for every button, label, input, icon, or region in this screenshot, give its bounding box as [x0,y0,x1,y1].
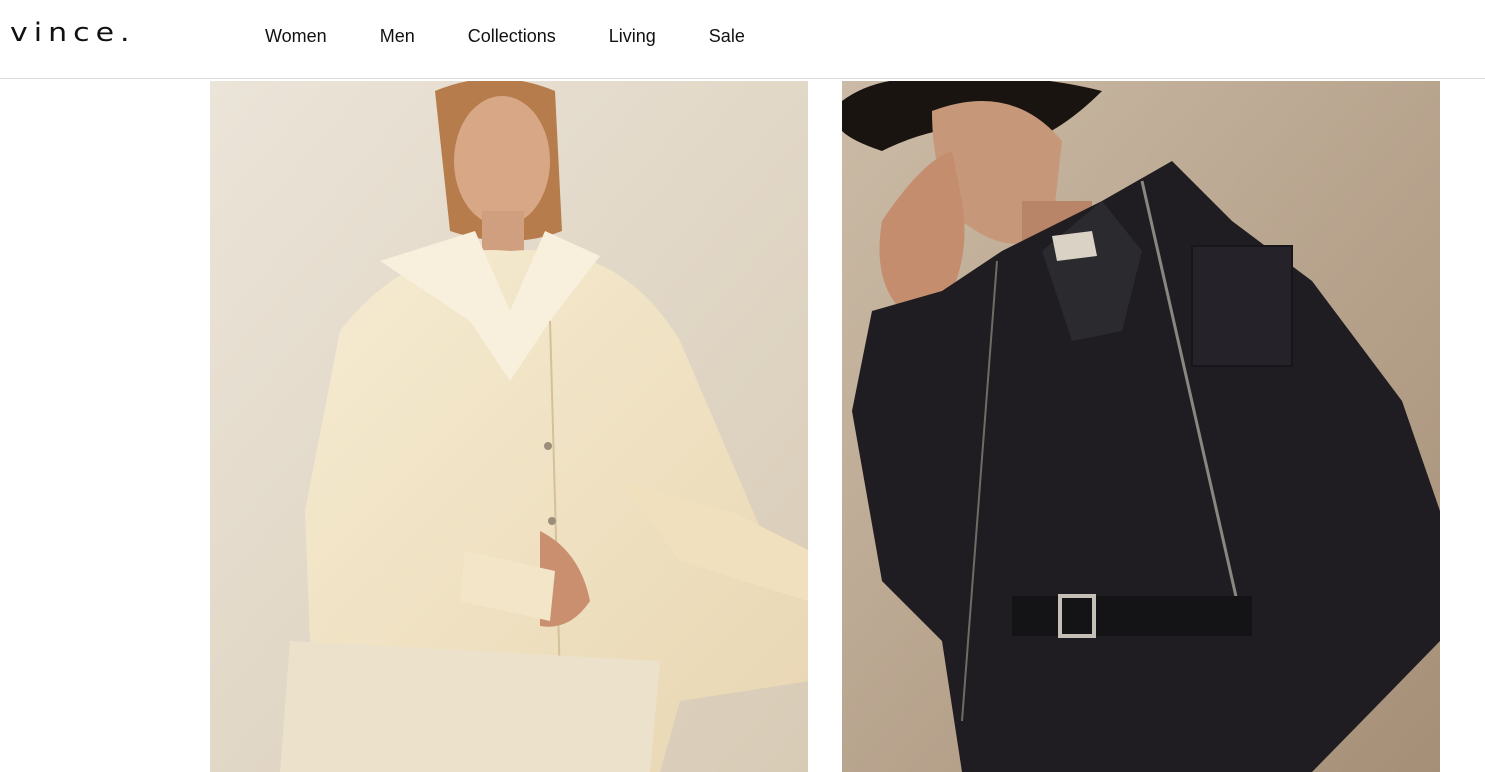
nav-item-sale[interactable]: Sale [709,25,745,47]
site-header: vince. Women Men Collections Living Sale [0,0,1485,79]
vince-logo[interactable]: vince. [10,19,136,48]
women-editorial-photo-icon [210,81,808,772]
main-nav: Women Men Collections Living Sale [265,25,798,47]
nav-item-men[interactable]: Men [380,25,415,47]
men-editorial-image[interactable] [842,81,1440,772]
nav-item-collections[interactable]: Collections [468,25,556,47]
nav-item-women[interactable]: Women [265,25,327,47]
men-editorial-photo-icon [842,81,1440,772]
women-editorial-image[interactable] [210,81,808,772]
nav-item-living[interactable]: Living [609,25,656,47]
